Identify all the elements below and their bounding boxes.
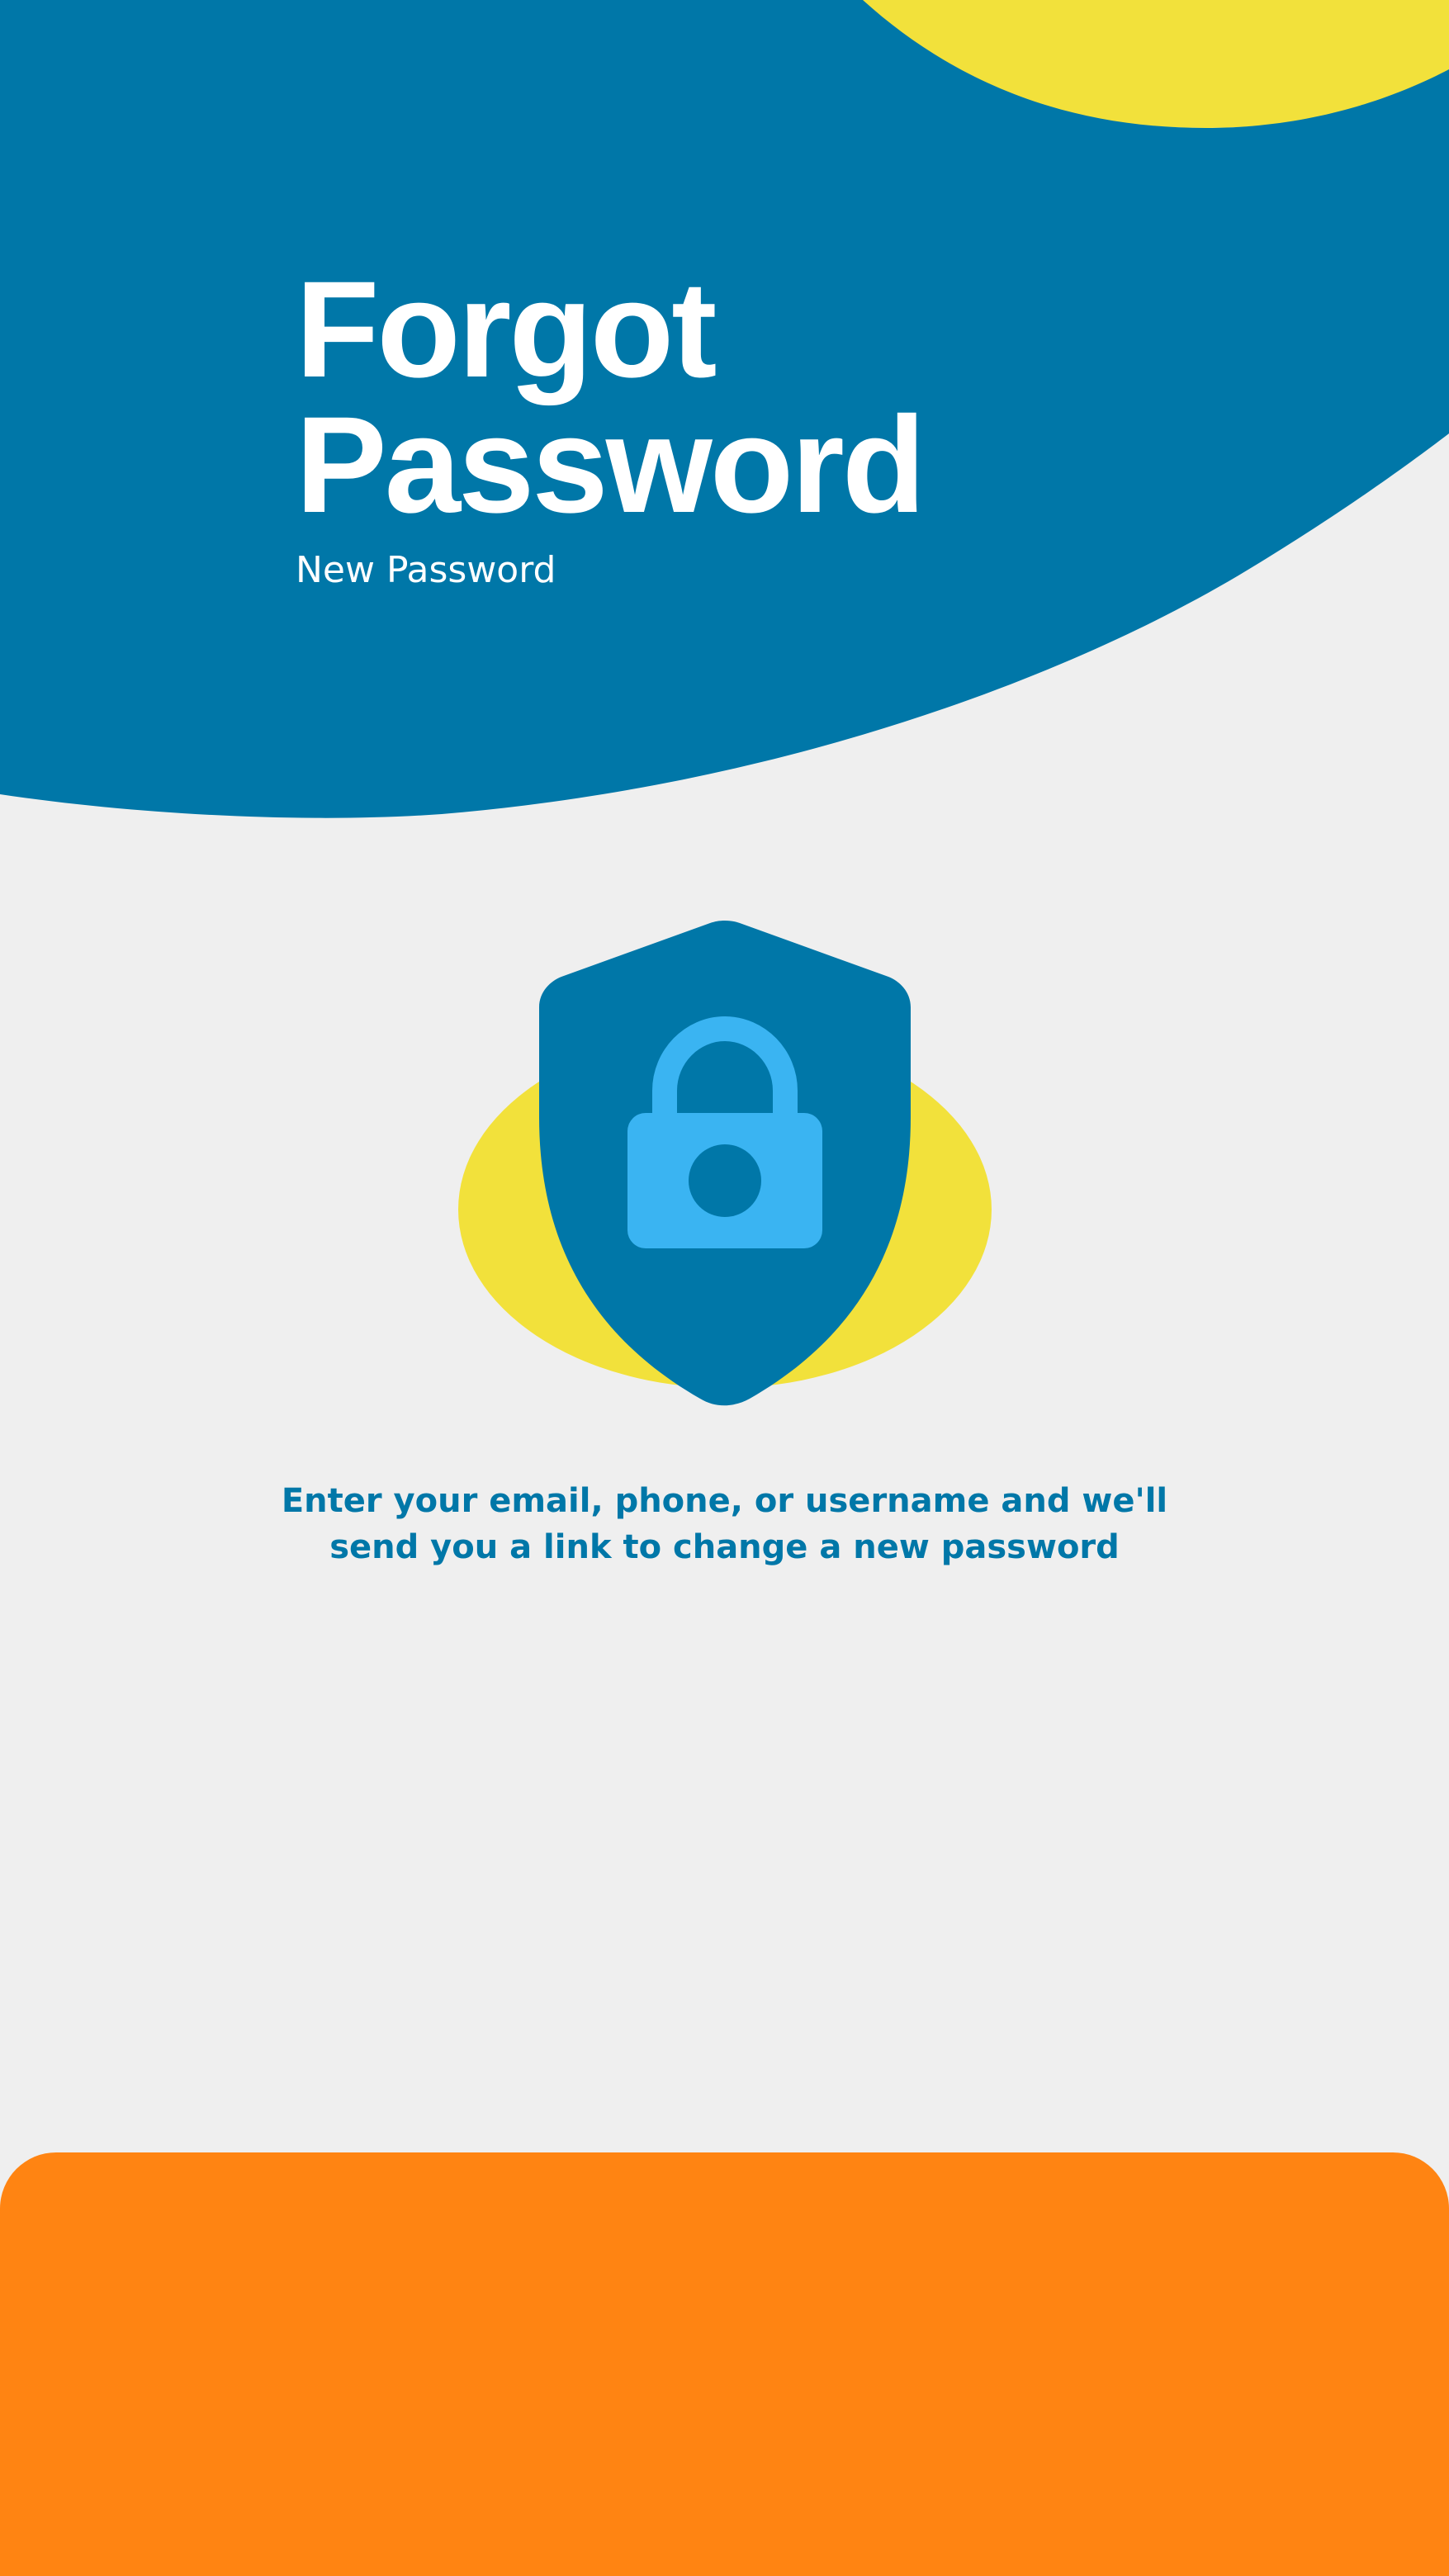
shield-lock-illustration (458, 921, 992, 1406)
page-title-line-1: Forgot (296, 253, 717, 406)
instruction-line-1: Enter your email, phone, or username and… (281, 1482, 1168, 1520)
page-title: Forgot Password (296, 253, 926, 542)
page-subtitle: New Password (296, 549, 556, 591)
header-text-block: Forgot Password New Password (296, 253, 926, 593)
lock-keyhole-icon (689, 1144, 761, 1217)
instruction-text: Enter your email, phone, or username and… (248, 1478, 1201, 1570)
page-title-line-2: Password (296, 389, 926, 542)
instruction-line-2: send you a link to change a new password (329, 1528, 1120, 1566)
bottom-orange-panel (0, 2152, 1449, 2576)
